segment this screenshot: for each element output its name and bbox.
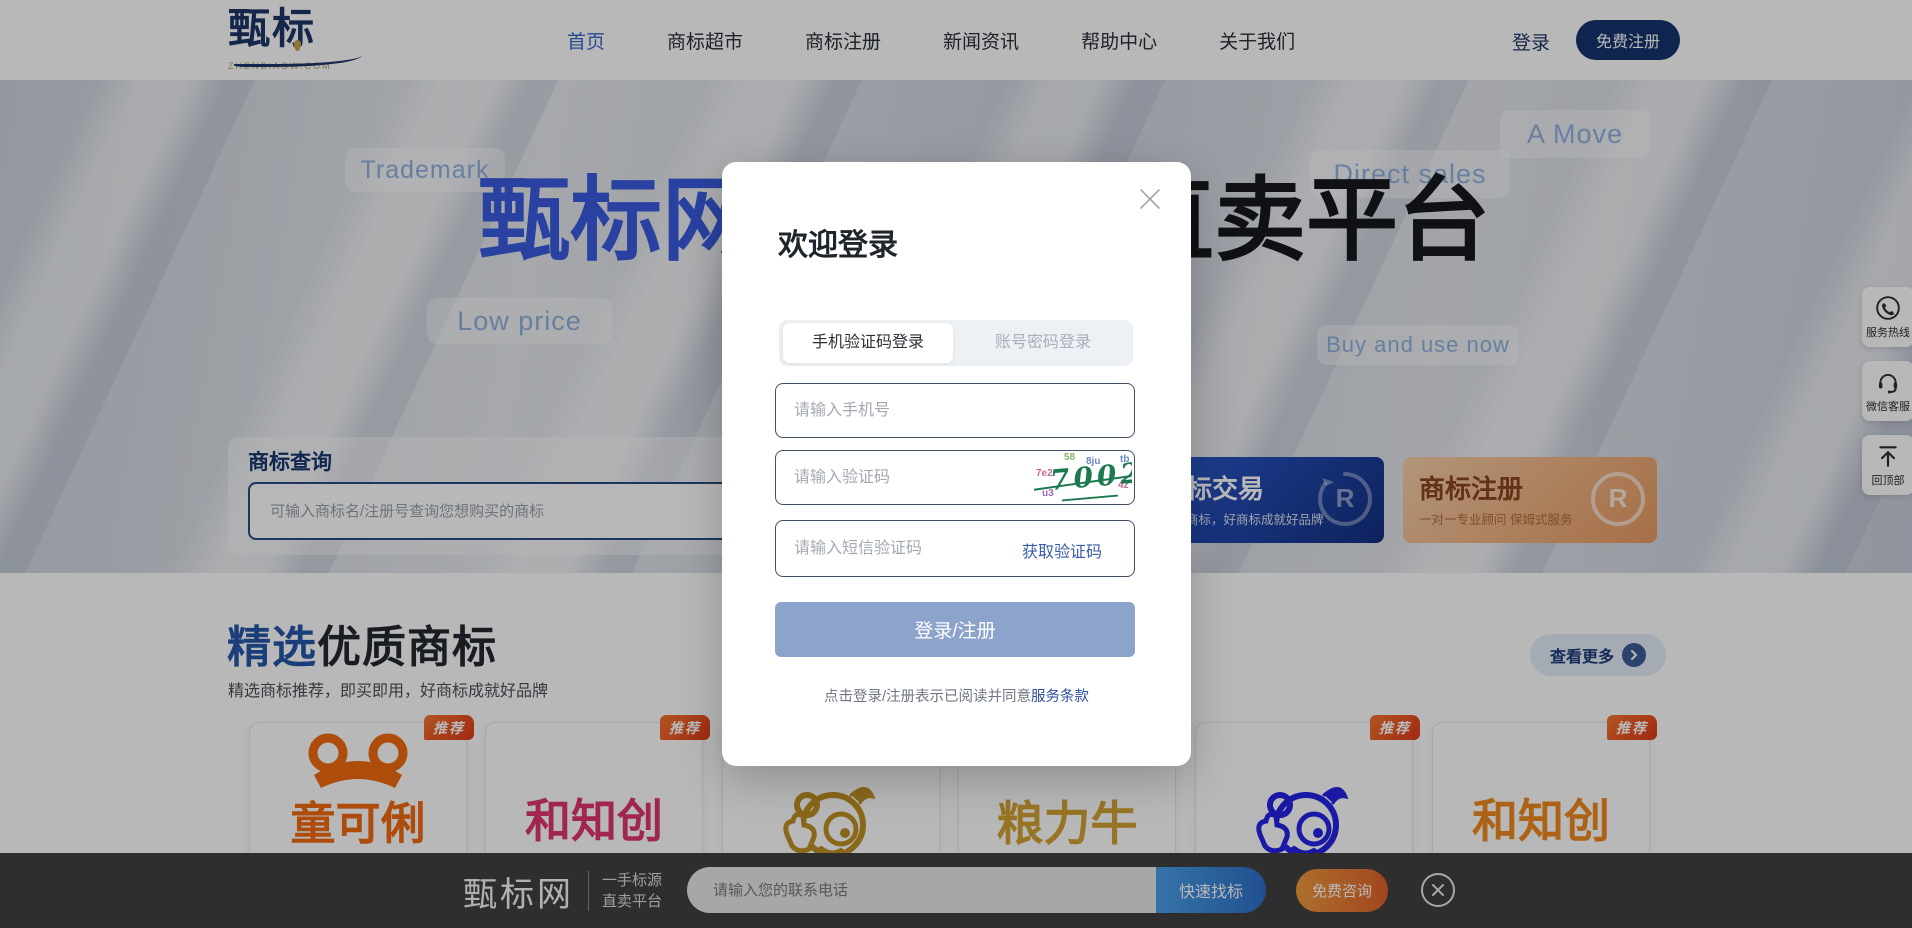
login-tabs: 手机验证码登录 账号密码登录 xyxy=(779,320,1133,366)
tab-password-login[interactable]: 账号密码登录 xyxy=(953,320,1133,366)
login-modal: 欢迎登录 手机验证码登录 账号密码登录 7e2 58 8ju u3 4z tb … xyxy=(722,162,1191,766)
terms-note: 点击登录/注册表示已阅读并同意服务条款 xyxy=(722,685,1191,706)
captcha-image[interactable]: 7e2 58 8ju u3 4z tb 7002 xyxy=(1034,452,1132,503)
tab-sms-login[interactable]: 手机验证码登录 xyxy=(783,323,953,363)
get-sms-code-link[interactable]: 获取验证码 xyxy=(1022,538,1102,562)
page: 甄标 ZHENBIAOW.COM 首页 商标超市 商标注册 新闻资讯 帮助中心 … xyxy=(0,0,1912,928)
modal-title: 欢迎登录 xyxy=(778,220,898,264)
login-register-button[interactable]: 登录/注册 xyxy=(775,602,1135,657)
terms-link[interactable]: 服务条款 xyxy=(1031,689,1089,705)
phone-number-input[interactable] xyxy=(775,383,1135,438)
close-icon[interactable] xyxy=(1137,186,1163,212)
